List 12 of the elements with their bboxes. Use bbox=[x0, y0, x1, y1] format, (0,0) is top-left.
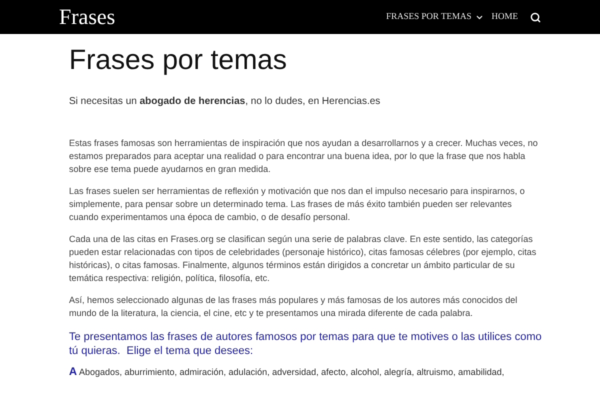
page-title: Frases por temas bbox=[69, 46, 288, 74]
promo-text: Si necesitas un abogado de herencias, no lo dudes, en Herencias.es bbox=[69, 95, 382, 109]
body-paragraph: Estas frases famosas son herramientas de inspiración que nos ayudan a desarrollarnos y a crecer. Muchas veces, no estamos preparados para aceptar una realidad o para encontrar una buena idea, por lo que la frase que nos habla sobre ese tema puede ayudarnos en gran medida. bbox=[69, 137, 539, 176]
nav-link[interactable]: FRASES POR TEMAS bbox=[386, 10, 484, 24]
body-paragraph: Así, hemos seleccionado algunas de las frases más populares y más famosas de los autores más conocidos del mundo de la literatura, la ciencia, el cine, etc y te presentamos una mirada diferente de cada palabra. bbox=[69, 294, 518, 320]
body-paragraph: Cada una de las citas en Frases.org se clasifican según una serie de palabras clave. En este sentido, las categorías pueden estar relacionadas con tipos de celebridades (personaje histórico), citas famosas célebres (por ejemplo, citas históricas), o citas famosas. Finalmente, algunos términos están dirigidos a concretar un ámbito particular de su temática respectiva: religión, política, filosofía, etc. bbox=[69, 233, 538, 285]
search-icon[interactable] bbox=[530, 12, 541, 22]
subheading: Te presentamos las frases de autores famosos por temas para que te motives o las utilices como tú quieras. Elige el tema que desees: bbox=[69, 330, 542, 358]
site-logo[interactable]: Frases bbox=[59, 6, 116, 28]
body-paragraph: Las frases suelen ser herramientas de reflexión y motivación que nos dan el impulso necesario para inspirarnos, o simplemente, para pensar sobre un determinado tema. Las frases de más éxito también pueden ser relevantes cuando experimentamos una época de cambio, o de desafío personal. bbox=[69, 185, 526, 224]
topic-list: A Abogados, aburrimiento, admiración, adulación, adversidad, afecto, alcohol, alegría, altruismo, amabilidad, bbox=[69, 366, 542, 378]
nav-link[interactable]: HOME bbox=[492, 10, 518, 24]
